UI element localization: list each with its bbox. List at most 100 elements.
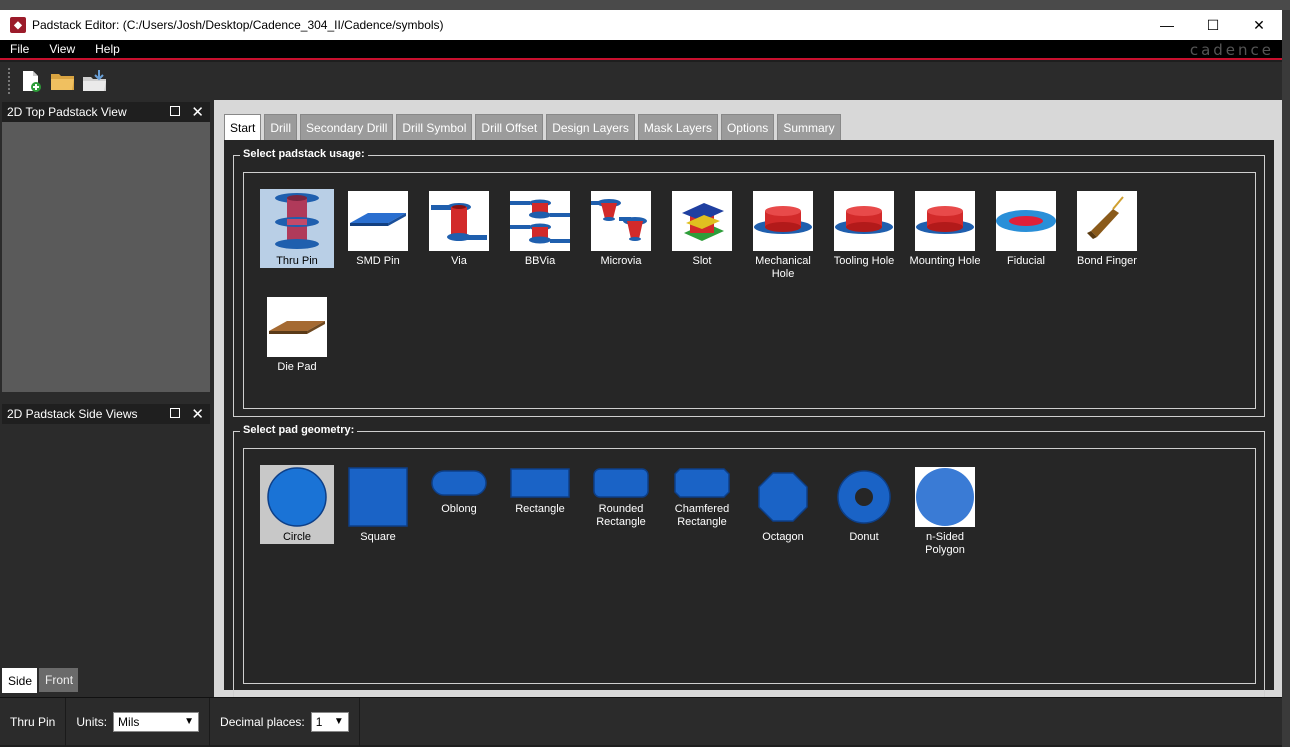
start-tab-content: Select padstack usage: Thru Pin SMD Pin [224, 140, 1274, 701]
side-view-panel: 2D Padstack Side Views ✕ [2, 404, 210, 668]
tab-side[interactable]: Side [2, 668, 38, 693]
tab-drill-offset[interactable]: Drill Offset [475, 114, 544, 140]
usage-microvia[interactable]: Microvia [584, 189, 658, 268]
close-panel-icon[interactable]: ✕ [191, 405, 204, 423]
usage-label: SMD Pin [356, 255, 400, 267]
usage-label: Microvia [600, 255, 642, 267]
tab-drill-symbol[interactable]: Drill Symbol [396, 114, 473, 140]
usage-slot[interactable]: Slot [665, 189, 739, 268]
usage-fiducial[interactable]: Fiducial [989, 189, 1063, 268]
padstack-usage-label: Select padstack usage: [240, 148, 368, 160]
units-label: Units: [76, 714, 108, 729]
geometry-square[interactable]: Square [341, 465, 415, 544]
title-bar: ◆ Padstack Editor: (C:/Users/Josh/Deskto… [0, 10, 1282, 40]
geometry-label: Rectangle [515, 503, 565, 515]
minimize-icon[interactable]: — [1144, 10, 1190, 40]
side-view-panel-header: 2D Padstack Side Views ✕ [2, 404, 210, 424]
geometry-label: Oblong [441, 503, 477, 515]
float-panel-icon[interactable] [170, 106, 180, 116]
microvia-icon [591, 191, 651, 251]
decimal-places-label: Decimal places: [220, 714, 305, 729]
usage-tooling-hole[interactable]: Tooling Hole [827, 189, 901, 268]
slot-icon [672, 191, 732, 251]
via-icon [429, 191, 489, 251]
app-icon: ◆ [10, 17, 26, 33]
window-title: Padstack Editor: (C:/Users/Josh/Desktop/… [32, 18, 444, 32]
chamfered-rectangle-icon [672, 467, 732, 499]
toolbar-grip[interactable] [8, 68, 11, 94]
geometry-circle[interactable]: Circle [260, 465, 334, 544]
thru-pin-icon [267, 191, 327, 251]
usage-mounting-hole[interactable]: Mounting Hole [908, 189, 982, 268]
geometry-rounded-rectangle[interactable]: Rounded Rectangle [584, 465, 658, 529]
circle-icon [267, 467, 327, 527]
tab-drill[interactable]: Drill [264, 114, 298, 140]
float-panel-icon[interactable] [170, 408, 180, 418]
new-padstack-icon[interactable] [17, 67, 45, 95]
usage-mechanical-hole[interactable]: Mechanical Hole [746, 189, 820, 281]
square-icon [348, 467, 408, 527]
save-folder-icon[interactable] [81, 67, 109, 95]
rounded-rectangle-icon [591, 467, 651, 499]
maximize-icon[interactable]: ☐ [1190, 10, 1236, 40]
open-folder-icon[interactable] [49, 67, 77, 95]
geometry-octagon[interactable]: Octagon [746, 465, 820, 544]
main-area: Start Drill Secondary Drill Drill Symbol… [214, 100, 1282, 701]
decimal-places-select[interactable]: 1 ▼ [310, 711, 349, 732]
close-icon[interactable]: ✕ [1236, 10, 1282, 40]
usage-label: Via [451, 255, 467, 267]
top-view-panel-header: 2D Top Padstack View ✕ [2, 102, 210, 122]
padstack-usage-group: Select padstack usage: Thru Pin SMD Pin [233, 148, 1265, 417]
units-value: Mils [118, 714, 140, 729]
panel-splitter[interactable] [2, 392, 210, 404]
toolbar [0, 62, 1282, 100]
geometry-n-sided-polygon[interactable]: n-Sided Polygon [908, 465, 982, 557]
side-view-canvas[interactable] [2, 424, 210, 668]
menu-help[interactable]: Help [85, 42, 130, 56]
tab-mask-layers[interactable]: Mask Layers [637, 114, 718, 140]
tab-summary[interactable]: Summary [777, 114, 841, 140]
geometry-donut[interactable]: Donut [827, 465, 901, 544]
units-select[interactable]: Mils ▼ [113, 711, 200, 732]
geometry-rectangle[interactable]: Rectangle [503, 465, 577, 516]
usage-label: BBVia [524, 255, 556, 267]
geometry-label: Square [360, 531, 396, 543]
top-view-panel: 2D Top Padstack View ✕ [2, 102, 210, 392]
tooling-hole-icon [834, 191, 894, 251]
rectangle-icon [510, 467, 570, 499]
menu-file[interactable]: File [0, 42, 39, 56]
side-view-tabs: Side Front [2, 668, 210, 697]
usage-label: Mounting Hole [909, 255, 981, 267]
geometry-oblong[interactable]: Oblong [422, 465, 496, 516]
geometry-chamfered-rectangle[interactable]: Chamfered Rectangle [665, 465, 739, 529]
tab-start[interactable]: Start [224, 114, 262, 140]
usage-bond-finger[interactable]: Bond Finger [1070, 189, 1144, 268]
top-view-canvas[interactable] [2, 122, 210, 392]
desktop-background-strip [0, 0, 1290, 10]
usage-bbvia[interactable]: BBVia [503, 189, 577, 268]
side-view-panel-title: 2D Padstack Side Views [7, 407, 138, 421]
editor-tabs: Start Drill Secondary Drill Drill Symbol… [224, 114, 844, 140]
geometry-label: Donut [849, 531, 879, 543]
usage-label: Tooling Hole [833, 255, 895, 267]
usage-via[interactable]: Via [422, 189, 496, 268]
usage-smd-pin[interactable]: SMD Pin [341, 189, 415, 268]
pad-geometry-group: Select pad geometry: Circle Square Oblon… [233, 424, 1265, 701]
close-panel-icon[interactable]: ✕ [191, 103, 204, 121]
geometry-label: Circle [282, 531, 312, 543]
usage-label: Bond Finger [1077, 255, 1137, 267]
menu-view[interactable]: View [39, 42, 85, 56]
pad-geometry-label: Select pad geometry: [240, 424, 358, 436]
fiducial-icon [996, 191, 1056, 251]
tab-front[interactable]: Front [39, 668, 79, 692]
usage-die-pad[interactable]: Die Pad [260, 295, 334, 374]
smd-pin-icon [348, 191, 408, 251]
tab-design-layers[interactable]: Design Layers [546, 114, 635, 140]
usage-thru-pin[interactable]: Thru Pin [260, 189, 334, 268]
donut-icon [834, 467, 894, 527]
status-bar: Thru Pin Units: Mils ▼ Decimal places: 1… [0, 697, 1282, 746]
status-units: Units: Mils ▼ [66, 697, 211, 746]
tab-secondary-drill[interactable]: Secondary Drill [300, 114, 394, 140]
tab-options[interactable]: Options [720, 114, 775, 140]
status-usage-text: Thru Pin [10, 714, 56, 729]
